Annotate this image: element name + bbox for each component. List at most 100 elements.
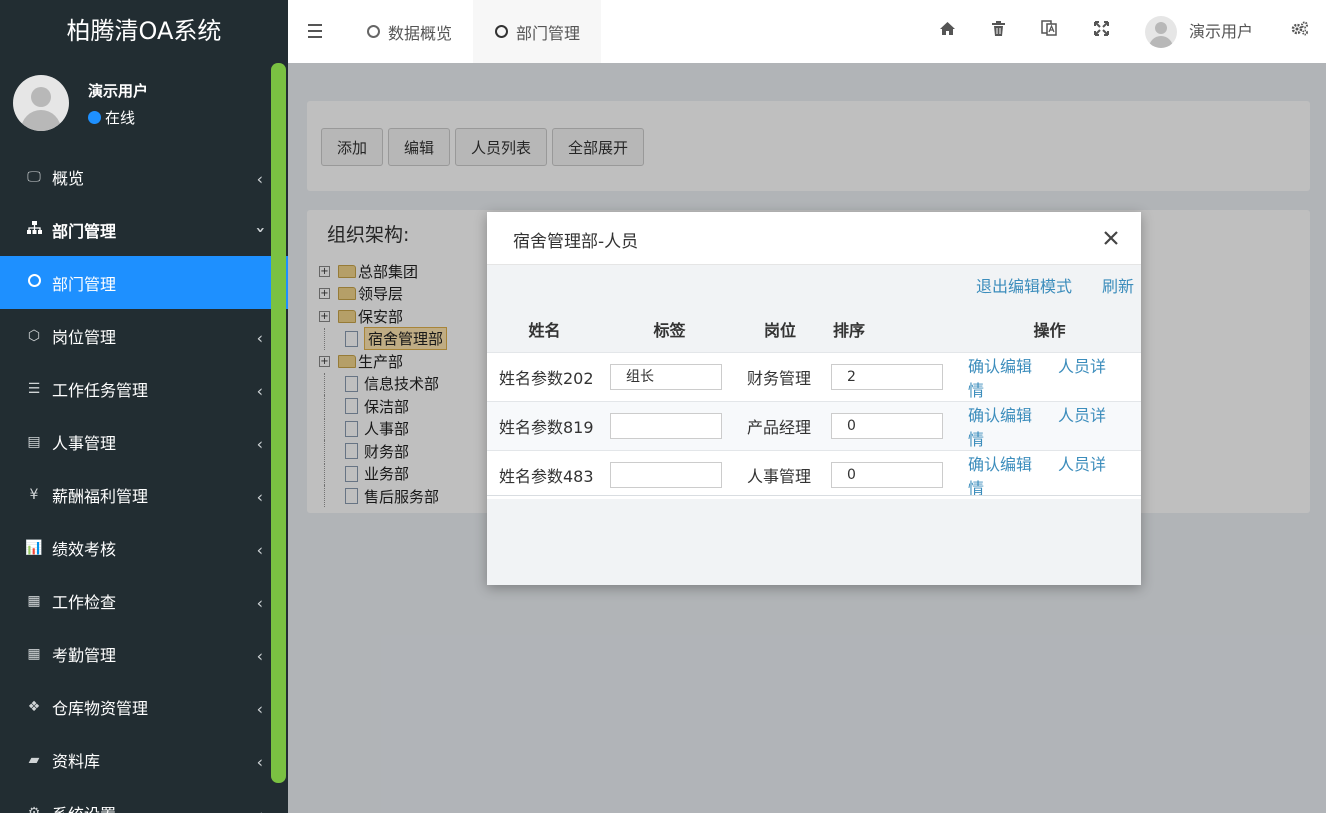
chevron-left-icon: ‹: [256, 645, 263, 665]
tab-label: 部门管理: [516, 23, 581, 43]
sidebar-item-salary[interactable]: ¥ 薪酬福利管理 ‹: [0, 468, 288, 521]
chevron-left-icon: ‹: [256, 380, 263, 400]
circle-icon: [25, 274, 43, 291]
sidebar-item-hr[interactable]: ▤ 人事管理 ‹: [0, 415, 288, 468]
cell-ops: 确认编辑 人员详情: [958, 351, 1141, 401]
cell-name: 姓名参数483: [487, 449, 602, 499]
cell-order: 2: [823, 351, 958, 401]
top-bar: 数据概览 部门管理 演示用户: [288, 0, 1326, 63]
menu-toggle-icon[interactable]: [308, 24, 322, 42]
cube-icon: ⬡: [27, 327, 41, 344]
cell-tag: 组长: [602, 351, 737, 401]
avatar: [13, 75, 69, 131]
chevron-left-icon: ‹: [256, 698, 263, 718]
yen-icon: ¥: [29, 486, 39, 503]
chevron-left-icon: ‹: [256, 539, 263, 559]
exit-edit-mode-link[interactable]: 退出编辑模式: [976, 273, 1072, 297]
modal-title: 宿舍管理部-人员: [513, 232, 639, 252]
table-row: 姓名参数483 人事管理 0 确认编辑 人员详情: [487, 449, 1141, 499]
sidebar-item-performance[interactable]: 📊 绩效考核 ‹: [0, 521, 288, 574]
tag-input[interactable]: [610, 412, 722, 439]
sidebar-subitem-department[interactable]: 部门管理: [0, 256, 288, 309]
tag-input[interactable]: 组长: [610, 363, 722, 390]
chevron-left-icon: ‹: [256, 486, 263, 506]
tab-department[interactable]: 部门管理: [473, 0, 601, 63]
sidebar-item-label: 部门管理: [52, 274, 117, 294]
confirm-edit-link[interactable]: 确认编辑: [968, 455, 1032, 474]
home-icon[interactable]: [935, 19, 959, 43]
sidebar-item-label: 概览: [52, 168, 85, 188]
confirm-edit-link[interactable]: 确认编辑: [968, 406, 1032, 425]
sidebar-scrollbar[interactable]: [271, 63, 286, 783]
cubes-icon: ❖: [27, 698, 41, 715]
chevron-left-icon: ‹: [256, 168, 263, 188]
close-icon[interactable]: [1103, 224, 1119, 252]
sidebar-item-settings[interactable]: ⚙ 系统设置 ‹: [0, 786, 288, 813]
bar-chart-icon: 📊: [25, 539, 43, 556]
sitemap-icon: [25, 221, 43, 238]
table-header-row: 姓名 标签 岗位 排序 操作: [487, 306, 1141, 352]
order-input[interactable]: 0: [831, 461, 943, 488]
cell-order: 0: [823, 449, 958, 499]
confirm-edit-link[interactable]: 确认编辑: [968, 357, 1032, 376]
app-title: 柏腾清OA系统: [66, 17, 222, 45]
user-status: 在线: [88, 107, 135, 128]
fullscreen-icon[interactable]: [1089, 19, 1113, 43]
sidebar-item-label: 部门管理: [52, 221, 117, 241]
col-header-ops: 操作: [1033, 320, 1066, 340]
sidebar-item-tasks[interactable]: ☰ 工作任务管理 ‹: [0, 362, 288, 415]
modal-actions: 退出编辑模式 刷新: [976, 273, 1134, 297]
table-row: 姓名参数202 组长 财务管理 2 确认编辑 人员详情: [487, 351, 1141, 401]
cell-position: 人事管理: [737, 449, 823, 499]
order-input[interactable]: 0: [831, 412, 943, 439]
modal-header: 宿舍管理部-人员: [487, 212, 1141, 265]
order-input[interactable]: 2: [831, 363, 943, 390]
calendar-icon: ▦: [27, 645, 41, 662]
sidebar-item-warehouse[interactable]: ❖ 仓库物资管理 ‹: [0, 680, 288, 733]
trash-icon[interactable]: [986, 19, 1010, 43]
cell-position: 产品经理: [737, 400, 823, 450]
staff-table: 姓名 标签 岗位 排序 操作 姓名参数202 组长 财务管理 2 确认编辑 人员详…: [487, 306, 1141, 499]
cell-name: 姓名参数819: [487, 400, 602, 450]
staff-modal: 宿舍管理部-人员 退出编辑模式 刷新 姓名 标签 岗位 排序 操作 姓名参数20…: [487, 212, 1141, 585]
online-dot-icon: [88, 111, 101, 124]
gears-icon[interactable]: [1288, 19, 1312, 43]
circle-icon: [367, 25, 380, 38]
monitor-icon: 🖵: [27, 168, 41, 185]
col-header-position: 岗位: [763, 320, 796, 340]
translate-icon[interactable]: [1037, 19, 1061, 43]
sidebar-item-position[interactable]: ⬡ 岗位管理 ‹: [0, 309, 288, 362]
sidebar: 柏腾清OA系统 演示用户 在线 🖵 概览 ‹ 部门管理 ‹ 部门管理 ⬡ 岗位管…: [0, 0, 288, 813]
chevron-left-icon: ‹: [256, 433, 263, 453]
user-panel: 演示用户 在线: [0, 63, 288, 150]
topbar-user-name[interactable]: 演示用户: [1189, 0, 1253, 63]
refresh-link[interactable]: 刷新: [1102, 273, 1134, 297]
chevron-left-icon: ‹: [257, 805, 263, 813]
book-icon: ▰: [28, 751, 40, 768]
sidebar-item-label: 工作任务管理: [52, 380, 149, 400]
col-header-name: 姓名: [528, 320, 561, 340]
chevron-down-icon: ‹: [250, 226, 270, 233]
cell-ops: 确认编辑 人员详情: [958, 400, 1141, 450]
list-icon: ☰: [27, 380, 41, 397]
sidebar-item-overview[interactable]: 🖵 概览 ‹: [0, 150, 288, 203]
circle-icon: [495, 25, 508, 38]
sidebar-item-inspection[interactable]: ▦ 工作检查 ‹: [0, 574, 288, 627]
sidebar-item-attendance[interactable]: ▦ 考勤管理 ‹: [0, 627, 288, 680]
cell-tag: [602, 400, 737, 450]
topbar-avatar[interactable]: [1145, 16, 1177, 48]
sidebar-item-label: 人事管理: [52, 433, 117, 453]
tab-data-overview[interactable]: 数据概览: [350, 0, 470, 63]
sidebar-item-department[interactable]: 部门管理 ‹: [0, 203, 288, 256]
calculator-icon: ▦: [27, 592, 41, 609]
chevron-left-icon: ‹: [256, 592, 263, 612]
chevron-left-icon: ‹: [256, 327, 263, 347]
cell-order: 0: [823, 400, 958, 450]
table-divider: [487, 495, 1141, 496]
sidebar-item-library[interactable]: ▰ 资料库 ‹: [0, 733, 288, 786]
sidebar-item-label: 考勤管理: [52, 645, 117, 665]
cell-ops: 确认编辑 人员详情: [958, 449, 1141, 499]
cell-position: 财务管理: [737, 351, 823, 401]
tag-input[interactable]: [610, 461, 722, 488]
id-card-icon: ▤: [27, 433, 41, 450]
